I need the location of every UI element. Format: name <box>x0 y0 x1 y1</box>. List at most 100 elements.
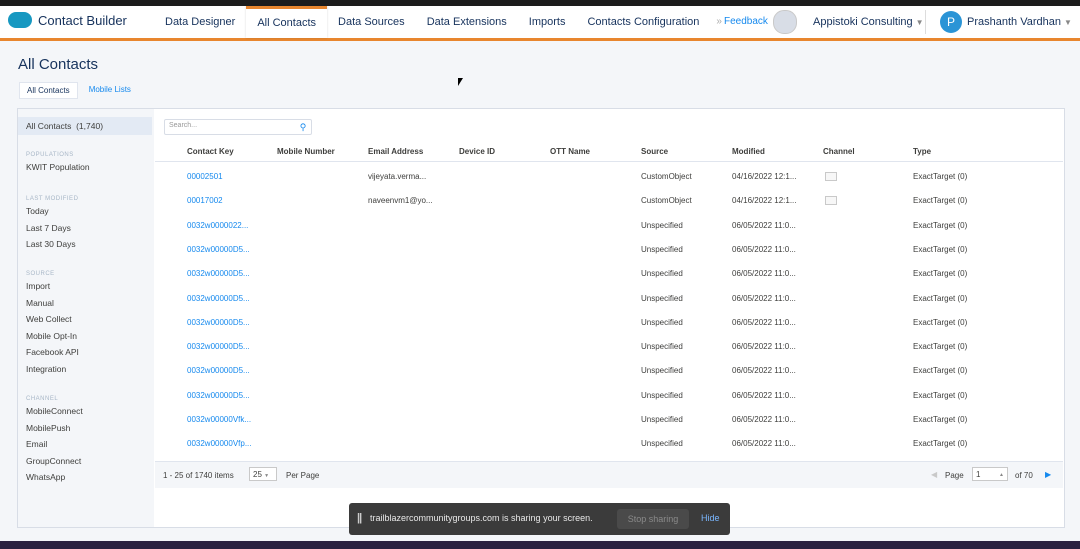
cell-source: Unspecified <box>641 293 683 303</box>
table-row[interactable]: 0032w00000Vfk... Unspecified 06/05/2022 11… <box>155 407 1063 431</box>
table-row[interactable]: 0032w00000D5... Unspecified 06/05/2022 11:… <box>155 334 1063 358</box>
cell-source: Unspecified <box>641 366 683 376</box>
hide-button[interactable]: Hide <box>701 513 720 523</box>
contact-key-link[interactable]: 0032w00000D5... <box>187 342 250 351</box>
cell-source: CustomObject <box>641 196 692 206</box>
contact-key-link[interactable]: 0032w00000D5... <box>187 294 250 303</box>
tab-all-contacts[interactable]: All Contacts <box>246 6 328 38</box>
sidebar-item-web-collect[interactable]: Web Collect <box>26 314 72 324</box>
contact-key-link[interactable]: 0032w00000D5... <box>187 269 250 278</box>
page-title: All Contacts <box>18 56 99 73</box>
sidebar-heading: POPULATIONS <box>26 152 74 158</box>
contact-key-link[interactable]: 0032w0000022... <box>187 221 248 230</box>
cell-source: Unspecified <box>641 220 683 230</box>
table-row[interactable]: 00002501 vijeyata.verma... CustomObject 04/… <box>155 164 1063 188</box>
sidebar-item-mobilepush[interactable]: MobilePush <box>26 423 70 433</box>
cell-type: ExactTarget (0) <box>913 172 968 181</box>
sidebar-item-all-contacts[interactable]: All Contacts (1,740) <box>18 117 152 135</box>
user-avatar[interactable]: P <box>940 11 962 33</box>
table-header: Contact Key Mobile Number Email Address Dev… <box>155 143 1063 162</box>
table-row[interactable]: 0032w00000D5... Unspecified 06/05/2022 11:… <box>155 358 1063 382</box>
sidebar-item-last-7-days[interactable]: Last 7 Days <box>26 223 71 233</box>
contact-key-link[interactable]: 0032w00000D5... <box>187 245 250 254</box>
per-page-select[interactable]: 25 ▼ <box>249 467 277 481</box>
tab-data-sources[interactable]: Data Sources <box>327 6 416 38</box>
column-header[interactable]: Modified <box>732 147 765 156</box>
table-row[interactable]: 0032w00000D5... Unspecified 06/05/2022 11:… <box>155 261 1063 285</box>
cell-source: CustomObject <box>641 172 692 181</box>
column-header[interactable]: Email Address <box>368 147 423 156</box>
contact-key-link[interactable]: 0032w00000Vfp... <box>187 439 252 448</box>
per-page-value: 25 <box>253 470 262 479</box>
prev-page-icon[interactable]: ◀ <box>931 470 937 479</box>
user-menu[interactable]: Prashanth Vardhan ▼ <box>967 16 1072 28</box>
column-header[interactable]: Contact Key <box>187 147 234 156</box>
cell-source: Unspecified <box>641 415 683 424</box>
page-number-input[interactable]: 1 ▲ <box>972 467 1008 481</box>
column-header[interactable]: Channel <box>823 147 855 156</box>
column-header[interactable]: Mobile Number <box>277 147 335 156</box>
column-header[interactable]: OTT Name <box>550 147 590 156</box>
cell-modified: 06/05/2022 11:0... <box>732 342 796 352</box>
table-row[interactable]: 0032w00000D5... Unspecified 06/05/2022 11:… <box>155 286 1063 310</box>
search-icon[interactable]: ⚲ <box>295 120 311 134</box>
chevron-down-icon: ▼ <box>1063 18 1072 27</box>
salesforce-cloud-icon <box>8 12 32 28</box>
cell-modified: 06/05/2022 11:0... <box>732 390 796 400</box>
table-row[interactable]: 0032w00000Vfp... Unspecified 06/05/2022 11… <box>155 431 1063 455</box>
sidebar-item-email[interactable]: Email <box>26 439 47 449</box>
sidebar-item-import[interactable]: Import <box>26 281 50 291</box>
table-row[interactable]: 0032w00000D5... Unspecified 06/05/2022 11:… <box>155 237 1063 261</box>
contact-key-link[interactable]: 0032w00000D5... <box>187 318 250 327</box>
column-header[interactable]: Device ID <box>459 147 495 156</box>
contact-key-link[interactable]: 0032w00000Vfk... <box>187 415 251 424</box>
next-page-icon[interactable]: ▶ <box>1045 470 1051 479</box>
sidebar-item-kwit-population[interactable]: KWIT Population <box>26 162 90 172</box>
column-header[interactable]: Type <box>913 147 931 156</box>
tab-data-extensions[interactable]: Data Extensions <box>416 6 518 38</box>
org-avatar[interactable] <box>773 10 797 34</box>
sidebar-item-mobile-opt-in[interactable]: Mobile Opt-In <box>26 331 77 341</box>
table-row[interactable]: 0032w00000D5... Unspecified 06/05/2022 11:… <box>155 383 1063 407</box>
cell-source: Unspecified <box>641 342 683 352</box>
sidebar-item-groupconnect[interactable]: GroupConnect <box>26 456 81 466</box>
sidebar-item-today[interactable]: Today <box>26 206 49 216</box>
tab-imports[interactable]: Imports <box>518 6 577 38</box>
sidebar-item-whatsapp[interactable]: WhatsApp <box>26 472 65 482</box>
cell-type: ExactTarget (0) <box>913 244 968 254</box>
stepper-icon[interactable]: ▲ <box>999 468 1004 482</box>
tab-all-contacts[interactable]: All Contacts <box>19 82 78 99</box>
contact-key-link[interactable]: 00017002 <box>187 196 223 205</box>
tab-contacts-configuration[interactable]: Contacts Configuration <box>576 6 710 38</box>
top-nav-bar: Contact Builder Data Designer All Contact… <box>0 6 1080 41</box>
pagination-bar: 1 - 25 of 1740 items 25 ▼ Per Page ◀ Pag… <box>155 461 1063 488</box>
cell-source: Unspecified <box>641 244 683 254</box>
cell-modified: 06/05/2022 11:0... <box>732 269 796 279</box>
contact-key-link[interactable]: 00002501 <box>187 172 223 181</box>
column-header[interactable]: Source <box>641 147 668 156</box>
sidebar-item-facebook-api[interactable]: Facebook API <box>26 347 79 357</box>
header-divider <box>925 10 926 34</box>
sidebar-item-last-30-days[interactable]: Last 30 Days <box>26 239 76 249</box>
email-channel-icon <box>825 196 837 206</box>
user-name: Prashanth Vardhan <box>967 16 1061 28</box>
contact-key-link[interactable]: 0032w00000D5... <box>187 391 250 400</box>
tab-data-designer[interactable]: Data Designer <box>154 6 246 38</box>
stop-sharing-button[interactable]: Stop sharing <box>617 509 689 529</box>
sidebar-item-integration[interactable]: Integration <box>26 364 66 374</box>
org-name: Appistoki Consulting <box>813 16 913 28</box>
table-row[interactable]: 0032w00000D5... Unspecified 06/05/2022 11:… <box>155 310 1063 334</box>
search-input[interactable]: Search... ⚲ <box>164 119 312 135</box>
org-switcher[interactable]: Appistoki Consulting ▼ <box>813 16 924 28</box>
app-brand[interactable]: Contact Builder <box>8 12 127 28</box>
cell-source: Unspecified <box>641 439 683 449</box>
table-row[interactable]: 0032w0000022... Unspecified 06/05/2022 11:… <box>155 213 1063 237</box>
tab-mobile-lists[interactable]: Mobile Lists <box>82 82 138 99</box>
feedback-link[interactable]: Feedback <box>724 16 768 27</box>
cell-source: Unspecified <box>641 269 683 279</box>
sidebar-item-mobileconnect[interactable]: MobileConnect <box>26 406 83 416</box>
sidebar-item-manual[interactable]: Manual <box>26 298 54 308</box>
contact-key-link[interactable]: 0032w00000D5... <box>187 366 250 375</box>
table-row[interactable]: 00017002 naveenvm1@yo... CustomObject 04/16… <box>155 188 1063 212</box>
taskbar <box>0 541 1080 549</box>
